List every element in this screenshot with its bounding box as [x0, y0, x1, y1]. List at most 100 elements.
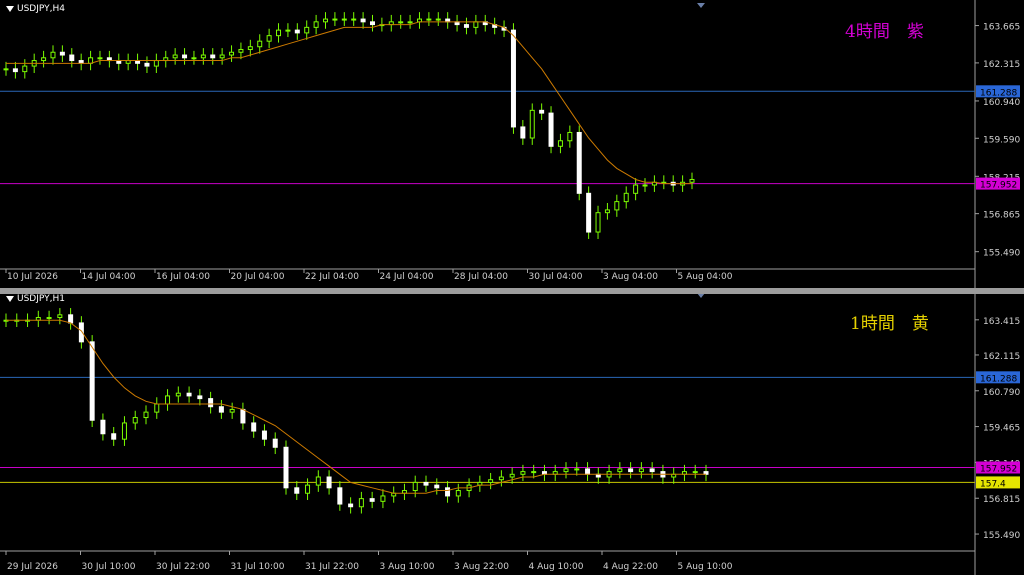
candle-body	[576, 131, 582, 194]
price-tag-label: 157.952	[980, 181, 1017, 191]
candle-body	[473, 21, 479, 28]
candle-body	[59, 51, 65, 56]
scroll-marker-icon	[697, 294, 705, 298]
candle-body	[351, 18, 357, 21]
candle-body	[261, 430, 267, 440]
candle-body	[434, 484, 440, 489]
candle-body	[341, 18, 347, 21]
candle-body	[529, 109, 535, 139]
y-tick-label: 160.790	[983, 388, 1020, 398]
candle-body	[229, 408, 235, 413]
candle-body	[276, 29, 282, 37]
candle-body	[548, 112, 554, 147]
overlay-note-h4: 4時間 紫	[845, 22, 924, 42]
candle-body	[197, 395, 203, 400]
x-tick-label: 16 Jul 04:00	[156, 272, 210, 282]
x-tick-label: 4 Aug 22:00	[603, 562, 658, 572]
candle-body	[520, 471, 526, 475]
candle-body	[218, 406, 224, 413]
x-tick-label: 20 Jul 04:00	[231, 272, 285, 282]
candle-body	[172, 54, 178, 59]
candle-body	[358, 498, 364, 508]
candle-body	[692, 471, 698, 474]
candle-body	[574, 468, 580, 471]
candle-body	[510, 29, 516, 128]
dropdown-arrow-icon[interactable]	[6, 6, 14, 12]
symbol-label-h4: USDJPY,H4	[6, 4, 65, 14]
x-tick-label: 5 Aug 04:00	[678, 272, 733, 282]
candle-body	[595, 212, 601, 233]
x-tick-label: 29 Jul 2026	[7, 562, 58, 572]
candle-body	[200, 54, 206, 59]
candle-body	[272, 438, 278, 448]
candle-body	[407, 21, 413, 24]
x-tick-label: 30 Jul 10:00	[82, 562, 136, 572]
y-tick-label: 159.465	[983, 424, 1020, 434]
candle-body	[398, 21, 404, 24]
candle-body	[304, 26, 310, 34]
candle-body	[68, 314, 74, 324]
candle-body	[238, 48, 244, 53]
candle-body	[628, 468, 634, 473]
candle-body	[97, 57, 103, 60]
candle-body	[488, 479, 494, 483]
symbol-text: USDJPY,H4	[17, 4, 65, 14]
overlay-note-h1: 1時間 黄	[850, 314, 929, 334]
candle-body	[294, 487, 300, 494]
chart-pane-h1[interactable]: 163.415162.115160.790159.465158.140156.8…	[0, 294, 1024, 575]
candle-body	[210, 54, 216, 59]
chart-canvas-h1[interactable]: 163.415162.115160.790159.465158.140156.8…	[0, 294, 1024, 575]
x-tick-label: 30 Jul 22:00	[156, 562, 210, 572]
x-tick-label: 4 Aug 10:00	[529, 562, 584, 572]
candle-body	[144, 62, 150, 67]
candle-body	[313, 21, 319, 28]
price-tag-label: 157.4	[980, 479, 1006, 489]
candle-body	[121, 422, 127, 440]
x-tick-label: 31 Jul 10:00	[231, 562, 285, 572]
candle-body	[509, 473, 515, 478]
candle-body	[369, 498, 375, 502]
candle-body	[623, 192, 629, 203]
candle-body	[208, 398, 214, 408]
candle-body	[12, 68, 18, 73]
candle-body	[175, 392, 181, 397]
dropdown-arrow-icon[interactable]	[6, 296, 14, 302]
y-tick-label: 160.940	[983, 98, 1020, 108]
x-tick-label: 22 Jul 04:00	[305, 272, 359, 282]
x-tick-label: 31 Jul 22:00	[305, 562, 359, 572]
y-tick-label: 155.490	[983, 249, 1020, 259]
candle-body	[247, 46, 253, 50]
candle-body	[323, 18, 329, 23]
candle-body	[191, 57, 197, 60]
candle-body	[182, 54, 188, 59]
y-tick-label: 156.815	[983, 495, 1020, 505]
candle-body	[435, 18, 441, 21]
candle-body	[463, 24, 469, 28]
candle-body	[229, 51, 235, 56]
candle-body	[337, 487, 343, 505]
x-tick-label: 24 Jul 04:00	[380, 272, 434, 282]
candle-body	[315, 476, 321, 486]
candle-body	[426, 18, 432, 21]
candle-body	[143, 411, 149, 419]
candle-body	[617, 468, 623, 473]
x-tick-label: 14 Jul 04:00	[82, 272, 136, 282]
x-tick-label: 28 Jul 04:00	[454, 272, 508, 282]
y-tick-label: 162.115	[983, 352, 1020, 362]
y-tick-label: 159.590	[983, 135, 1020, 145]
candle-body	[412, 481, 418, 492]
candle-body	[633, 184, 639, 194]
candle-body	[520, 126, 526, 139]
candle-body	[539, 109, 545, 114]
candle-body	[219, 54, 225, 59]
candle-body	[586, 192, 592, 233]
chart-pane-h4[interactable]: 163.665162.315160.940159.590158.215156.8…	[0, 0, 1024, 288]
price-tag-label: 161.288	[980, 88, 1017, 98]
candle-body	[638, 468, 644, 473]
candle-body	[89, 341, 95, 421]
candle-body	[604, 209, 610, 214]
candle-body	[285, 29, 291, 32]
symbol-label-h1: USDJPY,H1	[6, 294, 65, 304]
scroll-marker-icon	[697, 3, 705, 8]
chart-canvas-h4[interactable]: 163.665162.315160.940159.590158.215156.8…	[0, 0, 1024, 288]
